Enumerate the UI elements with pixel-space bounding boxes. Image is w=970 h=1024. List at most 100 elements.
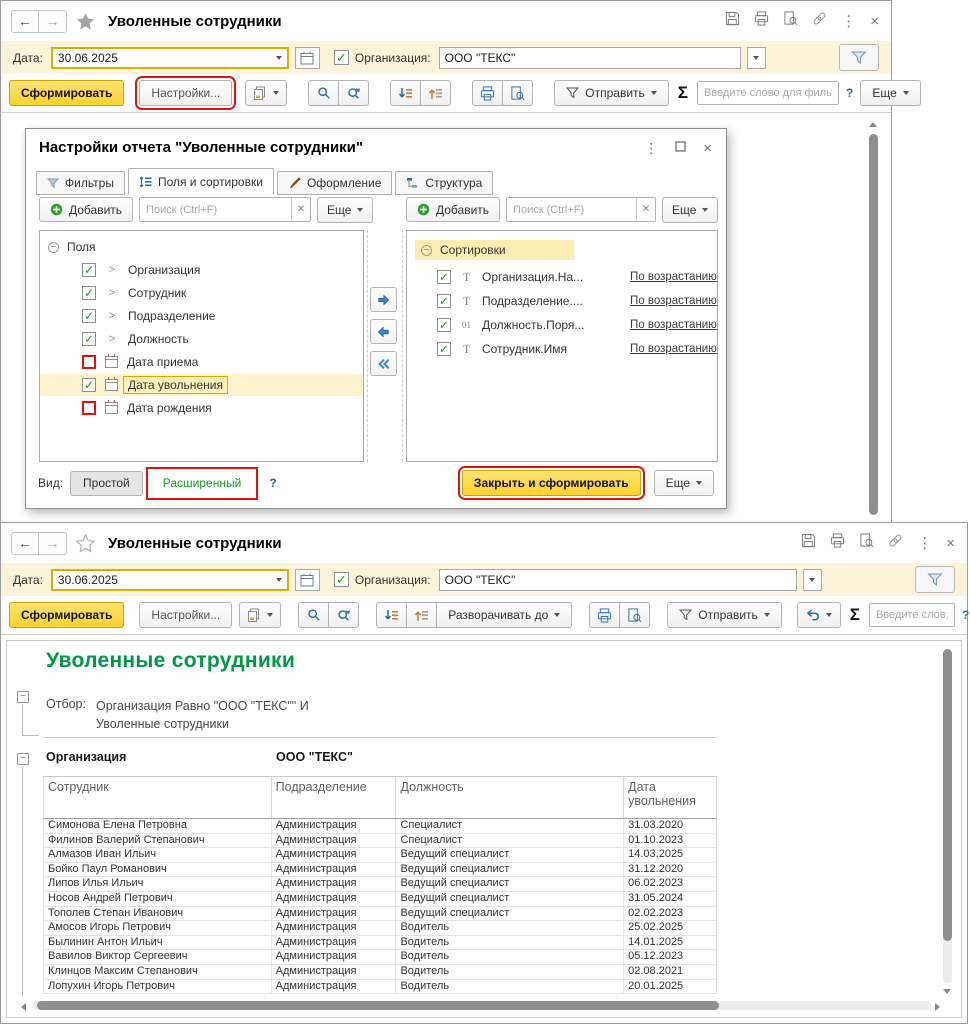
- add-field-button[interactable]: Добавить: [39, 197, 134, 222]
- back-button[interactable]: ←: [11, 531, 39, 555]
- checkbox-checked[interactable]: ✓: [82, 332, 96, 346]
- tab-fields-sorting[interactable]: Поля и сортировки: [127, 168, 274, 195]
- group-collapse-button[interactable]: −: [17, 753, 29, 765]
- collapse-node-icon[interactable]: −: [48, 241, 59, 253]
- settings-button[interactable]: Настройки...: [139, 602, 233, 628]
- link-icon[interactable]: [812, 11, 827, 31]
- table-row[interactable]: Алмазов Иван Ильич Администрация Ведущий с…: [43, 848, 717, 863]
- field-item[interactable]: Дата приема: [40, 351, 363, 373]
- table-row[interactable]: Лопухин Игорь Петрович Администрация Водит…: [43, 979, 717, 995]
- table-row[interactable]: Филинов Валерий Степанович Администрация С…: [43, 833, 717, 849]
- sort-descending-button[interactable]: [390, 80, 422, 106]
- search-button[interactable]: [298, 602, 330, 628]
- clear-search-icon[interactable]: ✕: [291, 198, 310, 221]
- send-button[interactable]: Отправить: [554, 80, 669, 106]
- decrypt-button[interactable]: [796, 602, 841, 628]
- date-input[interactable]: 30.06.2025: [50, 46, 289, 69]
- quick-filter-input[interactable]: [869, 603, 955, 627]
- column-header[interactable]: Должность: [396, 777, 625, 818]
- chevron-down-icon[interactable]: [275, 577, 282, 582]
- cancel-search-button[interactable]: [328, 602, 360, 628]
- sort-order-link[interactable]: По возрастанию: [630, 319, 717, 331]
- maximize-icon[interactable]: [675, 139, 686, 157]
- fields-more-button[interactable]: Еще: [317, 197, 374, 223]
- sorting-item[interactable]: ✓ 01 Должность.Поря... По возрастанию: [407, 314, 717, 336]
- close-icon[interactable]: ×: [946, 536, 955, 551]
- sort-ascending-button[interactable]: [420, 80, 452, 106]
- vertical-scrollbar-thumb[interactable]: [943, 649, 952, 941]
- sorting-item[interactable]: ✓ T Организация.На... По возрастанию: [407, 266, 717, 288]
- scroll-left-arrow[interactable]: [21, 1003, 26, 1011]
- print-icon[interactable]: [830, 533, 845, 553]
- vertical-scrollbar-thumb[interactable]: [869, 134, 878, 515]
- calendar-button[interactable]: [294, 568, 320, 591]
- checkbox-checked[interactable]: ✓: [82, 263, 96, 277]
- report-variants-button[interactable]: [245, 80, 288, 106]
- field-item[interactable]: Дата рождения: [40, 397, 363, 419]
- field-item[interactable]: ✓ > Подразделение: [40, 305, 363, 327]
- checkbox-checked[interactable]: ✓: [437, 294, 451, 308]
- help-link[interactable]: ?: [962, 608, 969, 622]
- chevron-down-icon[interactable]: [275, 55, 282, 60]
- preview-icon[interactable]: [859, 533, 874, 553]
- checkbox-checked[interactable]: ✓: [82, 309, 96, 323]
- help-link[interactable]: ?: [269, 476, 276, 490]
- sorting-item[interactable]: ✓ T Сотрудник.Имя По возрастанию: [407, 338, 717, 360]
- table-row[interactable]: Симонова Елена Петровна Администрация Спец…: [43, 819, 717, 834]
- organization-input[interactable]: ООО "ТЕКС": [438, 46, 741, 69]
- sum-button[interactable]: Σ: [676, 83, 690, 103]
- field-item[interactable]: ✓ Дата увольнения: [40, 374, 363, 396]
- sort-ascending-button[interactable]: [406, 602, 438, 628]
- print-icon[interactable]: [754, 11, 769, 31]
- checkbox-checked[interactable]: ✓: [82, 378, 96, 392]
- sorting-root-node[interactable]: − Сортировки: [407, 236, 717, 264]
- report-variants-button[interactable]: [239, 602, 282, 628]
- column-header[interactable]: Подразделение: [272, 777, 397, 818]
- checkbox-checked[interactable]: ✓: [82, 286, 96, 300]
- sort-order-link[interactable]: По возрастанию: [630, 343, 717, 355]
- close-and-generate-button[interactable]: Закрыть и сформировать: [457, 466, 645, 500]
- settings-button[interactable]: Настройки...: [135, 76, 237, 110]
- sorting-item[interactable]: ✓ T Подразделение.... По возрастанию: [407, 290, 717, 312]
- filter-settings-button[interactable]: [839, 44, 879, 71]
- table-row[interactable]: Бойко Паул Романович Администрация Ведущий…: [43, 862, 717, 878]
- quick-filter-input[interactable]: [696, 81, 839, 105]
- print-preview-button[interactable]: [619, 602, 651, 628]
- save-icon[interactable]: [801, 533, 816, 553]
- organization-input[interactable]: ООО "ТЕКС": [438, 568, 797, 591]
- close-icon[interactable]: ×: [703, 140, 712, 157]
- print-button[interactable]: [472, 80, 504, 106]
- field-item[interactable]: ✓ > Сотрудник: [40, 282, 363, 304]
- dialog-more-button[interactable]: Еще: [653, 470, 714, 496]
- organization-group-row[interactable]: Организация ООО "ТЕКС": [43, 737, 717, 777]
- organization-dropdown-button[interactable]: [802, 568, 822, 591]
- scroll-right-arrow[interactable]: [935, 1003, 940, 1011]
- print-preview-button[interactable]: [502, 80, 534, 106]
- scroll-down-arrow[interactable]: [943, 989, 951, 994]
- sum-button[interactable]: Σ: [848, 605, 862, 625]
- view-simple-button[interactable]: Простой: [70, 470, 143, 496]
- sort-order-link[interactable]: По возрастанию: [630, 271, 717, 283]
- scroll-up-arrow[interactable]: [869, 122, 877, 127]
- organization-checkbox[interactable]: ✓: [333, 572, 349, 587]
- calendar-button[interactable]: [294, 46, 320, 69]
- table-row[interactable]: Клинцов Максим Степанович Администрация Во…: [43, 964, 717, 980]
- field-item[interactable]: ✓ > Организация: [40, 259, 363, 281]
- group-collapse-button[interactable]: −: [17, 691, 29, 703]
- table-row[interactable]: Вавилов Виктор Сергеевич Администрация Вод…: [43, 950, 717, 965]
- date-input[interactable]: 30.06.2025: [50, 568, 289, 591]
- filter-settings-button[interactable]: [915, 566, 955, 593]
- tab-structure[interactable]: Структура: [395, 171, 494, 195]
- move-left-button[interactable]: [370, 319, 397, 344]
- sort-order-link[interactable]: По возрастанию: [630, 295, 717, 307]
- more-button[interactable]: Еще: [860, 80, 921, 106]
- checkbox-checked[interactable]: ✓: [437, 318, 451, 332]
- clear-search-icon[interactable]: ✕: [636, 198, 655, 221]
- organization-checkbox[interactable]: ✓: [333, 50, 349, 65]
- sorting-more-button[interactable]: Еще: [662, 197, 719, 223]
- preview-icon[interactable]: [783, 11, 798, 31]
- back-button[interactable]: ←: [11, 9, 39, 33]
- search-button[interactable]: [308, 80, 340, 106]
- table-row[interactable]: Тополев Степан Иванович Администрация Веду…: [43, 906, 717, 922]
- more-icon[interactable]: ⋮: [917, 536, 932, 551]
